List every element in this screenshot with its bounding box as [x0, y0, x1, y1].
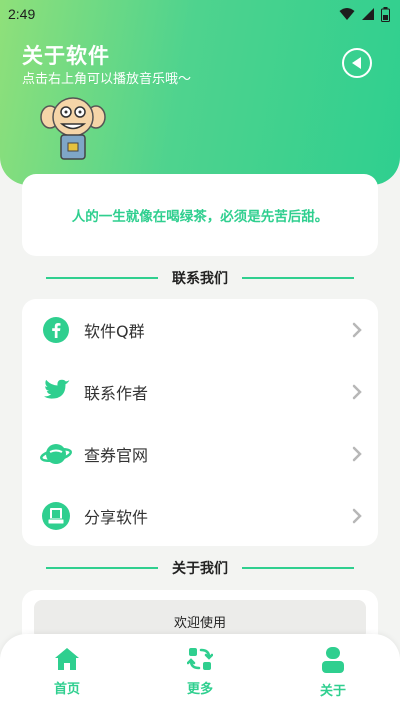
status-time: 2:49 [8, 6, 36, 22]
chevron-right-icon [352, 508, 362, 524]
about-section-title: 关于我们 [172, 561, 228, 577]
bottom-tab-bar: 首页 更多 关于 [0, 634, 400, 712]
share-app-icon [40, 500, 72, 532]
play-music-button[interactable] [342, 48, 372, 78]
status-icons [339, 6, 390, 22]
more-icon [187, 648, 213, 670]
quote-text: 人的一生就像在喝绿茶，必须是先苦后甜。 [71, 209, 329, 225]
divider-line [242, 277, 354, 279]
contact-section-title: 联系我们 [172, 271, 228, 287]
tab-about[interactable]: 关于 [293, 646, 373, 706]
user-icon [322, 647, 344, 673]
divider-line [46, 277, 158, 279]
menu-item-label: 联系作者 [84, 384, 149, 403]
chevron-right-icon [352, 446, 362, 462]
menu-item-contact-author[interactable]: 联系作者 [22, 361, 378, 423]
tab-label: 更多 [186, 682, 213, 697]
cartoon-mascot-image [40, 97, 106, 160]
chevron-right-icon [352, 322, 362, 338]
play-music-icon [352, 57, 361, 69]
chevron-right-icon [352, 384, 362, 400]
tab-label: 首页 [53, 682, 80, 697]
status-bar: 2:49 [0, 0, 400, 28]
menu-item-label: 软件Q群 [84, 322, 145, 341]
facebook-icon [40, 314, 72, 346]
divider-line [46, 567, 158, 569]
contact-menu-card: 软件Q群 联系作者 查券官网 分享软件 [22, 299, 378, 546]
tab-home[interactable]: 首页 [27, 646, 107, 706]
contact-section-header: 联系我们 [46, 268, 354, 288]
tab-more[interactable]: 更多 [160, 646, 240, 706]
page-subtitle: 点击右上角可以播放音乐哦～ [22, 72, 192, 87]
tab-label: 关于 [319, 684, 346, 699]
page-title: 关于软件 [22, 44, 110, 68]
wifi-icon [339, 8, 355, 20]
home-icon [55, 648, 79, 670]
divider-line [242, 567, 354, 569]
quote-card: 人的一生就像在喝绿茶，必须是先苦后甜。 [22, 174, 378, 256]
menu-item-qq-group[interactable]: 软件Q群 [22, 299, 378, 361]
battery-icon [381, 6, 390, 22]
menu-item-label: 分享软件 [84, 508, 149, 527]
menu-item-share-app[interactable]: 分享软件 [22, 485, 378, 547]
planet-icon [40, 438, 72, 470]
twitter-bird-icon [40, 376, 72, 408]
menu-item-coupon-site[interactable]: 查券官网 [22, 423, 378, 485]
signal-icon [362, 8, 374, 20]
menu-item-label: 查券官网 [84, 446, 149, 465]
about-section-header: 关于我们 [46, 558, 354, 578]
